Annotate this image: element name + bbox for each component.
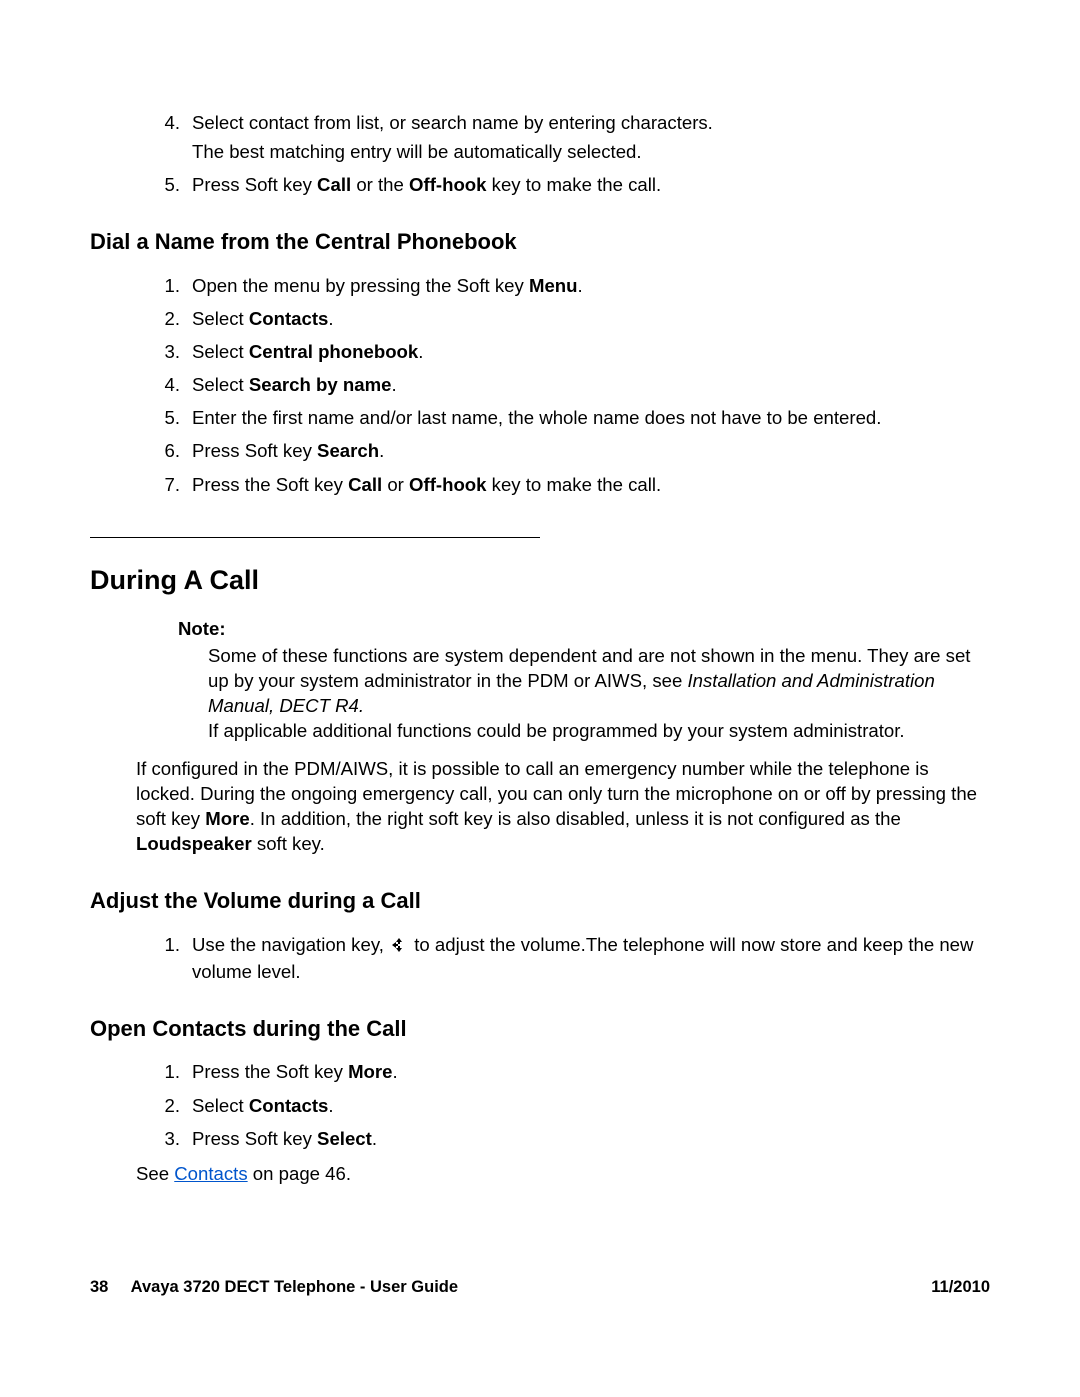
step-number: 5. xyxy=(152,405,192,430)
list-item: 6.Press Soft key Search. xyxy=(152,438,990,463)
step-text: Select Contacts. xyxy=(192,1093,990,1118)
steps-dial-central: 1.Open the menu by pressing the Soft key… xyxy=(90,273,990,497)
step-text: Select Search by name. xyxy=(192,372,990,397)
heading-open-contacts: Open Contacts during the Call xyxy=(90,1014,990,1044)
step-number: 1. xyxy=(152,932,192,984)
heading-adjust-volume: Adjust the Volume during a Call xyxy=(90,886,990,916)
note-body: Some of these functions are system depen… xyxy=(178,643,990,743)
page-number: 38 xyxy=(90,1278,108,1296)
list-item: 5.Enter the first name and/or last name,… xyxy=(152,405,990,430)
footer-date: 11/2010 xyxy=(931,1278,990,1297)
step-text: Press the Soft key Call or Off-hook key … xyxy=(192,472,990,497)
step-text: Select Central phonebook. xyxy=(192,339,990,364)
step-number: 5. xyxy=(152,172,192,197)
see-post: on page 46. xyxy=(248,1163,351,1184)
step-number: 2. xyxy=(152,306,192,331)
step-text: Press Soft key Search. xyxy=(192,438,990,463)
step-number: 3. xyxy=(152,339,192,364)
step-number: 2. xyxy=(152,1093,192,1118)
doc-title: Avaya 3720 DECT Telephone - User Guide xyxy=(131,1278,458,1296)
paragraph-emergency: If configured in the PDM/AIWS, it is pos… xyxy=(136,756,990,856)
list-item: 1.Use the navigation key, to adjust the … xyxy=(152,932,990,984)
heading-dial-central: Dial a Name from the Central Phonebook xyxy=(90,227,990,257)
page-footer: 38 Avaya 3720 DECT Telephone - User Guid… xyxy=(90,1278,990,1297)
list-item: 2.Select Contacts. xyxy=(152,306,990,331)
step-number: 1. xyxy=(152,273,192,298)
step-text: Press Soft key Select. xyxy=(192,1126,990,1151)
see-contacts: See Contacts on page 46. xyxy=(136,1161,990,1186)
step-number: 6. xyxy=(152,438,192,463)
note-text-2: If applicable additional functions could… xyxy=(208,720,905,741)
step-text: Open the menu by pressing the Soft key M… xyxy=(192,273,990,298)
list-item: 5.Press Soft key Call or the Off-hook ke… xyxy=(152,172,990,197)
see-pre: See xyxy=(136,1163,174,1184)
list-item: 1.Open the menu by pressing the Soft key… xyxy=(152,273,990,298)
step-number: 3. xyxy=(152,1126,192,1151)
steps-open-contacts: 1.Press the Soft key More.2.Select Conta… xyxy=(90,1059,990,1150)
list-item: 2.Select Contacts. xyxy=(152,1093,990,1118)
continued-steps-list: 4.Select contact from list, or search na… xyxy=(90,110,990,197)
step-text: Use the navigation key, to adjust the vo… xyxy=(192,932,990,984)
list-item: 3.Select Central phonebook. xyxy=(152,339,990,364)
list-item: 7.Press the Soft key Call or Off-hook ke… xyxy=(152,472,990,497)
step-number: 7. xyxy=(152,472,192,497)
note-label: Note: xyxy=(178,616,990,641)
list-item: 4.Select contact from list, or search na… xyxy=(152,110,990,164)
list-item: 3.Press Soft key Select. xyxy=(152,1126,990,1151)
list-item: 4.Select Search by name. xyxy=(152,372,990,397)
step-text: Select contact from list, or search name… xyxy=(192,110,990,164)
note-block: Note: Some of these functions are system… xyxy=(178,616,990,743)
steps-adjust-volume: 1.Use the navigation key, to adjust the … xyxy=(90,932,990,984)
step-subtext: The best matching entry will be automati… xyxy=(192,139,990,164)
step-text: Enter the first name and/or last name, t… xyxy=(192,405,990,430)
footer-left: 38 Avaya 3720 DECT Telephone - User Guid… xyxy=(90,1278,458,1297)
step-text: Select Contacts. xyxy=(192,306,990,331)
step-number: 4. xyxy=(152,110,192,164)
step-text: Press Soft key Call or the Off-hook key … xyxy=(192,172,990,197)
heading-during-call: During A Call xyxy=(90,562,990,598)
page-body: 4.Select contact from list, or search na… xyxy=(0,0,1080,1186)
section-divider xyxy=(90,537,540,538)
step-number: 4. xyxy=(152,372,192,397)
contacts-link[interactable]: Contacts xyxy=(174,1163,247,1184)
step-text: Press the Soft key More. xyxy=(192,1059,990,1084)
list-item: 1.Press the Soft key More. xyxy=(152,1059,990,1084)
navigation-key-icon xyxy=(391,934,407,959)
step-number: 1. xyxy=(152,1059,192,1084)
